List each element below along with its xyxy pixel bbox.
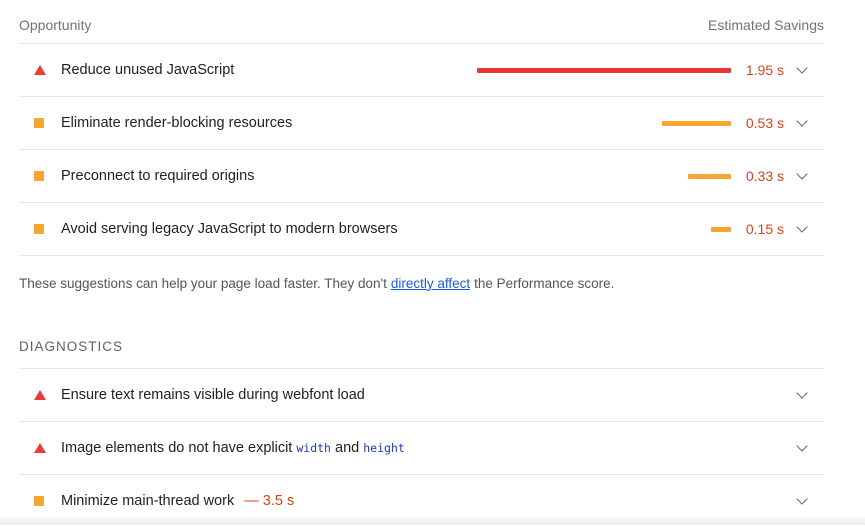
orange-square-icon	[19, 224, 61, 234]
diagnostics-heading: DIAGNOSTICS	[19, 310, 824, 369]
diagnostic-title: Ensure text remains visible during webfo…	[61, 387, 365, 403]
red-triangle-icon	[19, 390, 61, 400]
diagnostic-title-text: and	[335, 440, 360, 456]
opportunity-row-render-blocking[interactable]: Eliminate render-blocking resources 0.53…	[19, 97, 824, 150]
savings-bar	[688, 173, 731, 179]
savings-bar	[662, 120, 731, 126]
diagnostic-title-text: Image elements do not have explicit	[61, 440, 293, 456]
opportunity-row-unused-js[interactable]: Reduce unused JavaScript 1.95 s	[19, 44, 824, 97]
savings-bar-track	[477, 226, 731, 232]
diagnostic-row-image-dimensions[interactable]: Image elements do not have explicit widt…	[19, 422, 824, 475]
diagnostic-row-webfont[interactable]: Ensure text remains visible during webfo…	[19, 369, 824, 422]
savings-value: 0.33 s	[745, 168, 784, 184]
audit-panel: Opportunity Estimated Savings Reduce unu…	[19, 0, 824, 527]
diagnostic-title: Minimize main-thread work — 3.5 s	[61, 493, 824, 509]
opportunity-row-legacy-js[interactable]: Avoid serving legacy JavaScript to moder…	[19, 203, 824, 256]
savings-bar	[711, 226, 731, 232]
orange-square-icon	[19, 496, 61, 506]
savings-value: 0.53 s	[745, 115, 784, 131]
orange-square-icon	[19, 171, 61, 181]
red-triangle-icon	[19, 443, 61, 453]
savings-value: 1.95 s	[745, 62, 784, 78]
code-width: width	[296, 441, 331, 455]
diagnostic-title-text: Minimize main-thread work	[61, 493, 235, 509]
savings-value: 0.15 s	[745, 221, 784, 237]
savings-bar-track	[477, 173, 731, 179]
directly-affect-link[interactable]: directly affect	[391, 276, 470, 291]
note-text-before: These suggestions can help your page loa…	[19, 275, 387, 291]
opportunity-note: These suggestions can help your page loa…	[19, 256, 824, 310]
savings-bar-track	[477, 120, 731, 126]
opportunity-row-preconnect[interactable]: Preconnect to required origins 0.33 s	[19, 150, 824, 203]
opportunity-column-label: Opportunity	[19, 16, 92, 33]
diagnostic-title: Image elements do not have explicit widt…	[61, 440, 824, 456]
savings-bar	[477, 67, 731, 73]
savings-bar-track	[477, 67, 731, 73]
note-text-after: the Performance score.	[474, 275, 615, 291]
diagnostic-value: — 3.5 s	[244, 493, 295, 509]
bottom-fade	[0, 515, 865, 525]
code-height: height	[363, 441, 405, 455]
orange-square-icon	[19, 118, 61, 128]
estimated-savings-column-label: Estimated Savings	[708, 16, 824, 33]
red-triangle-icon	[19, 65, 61, 75]
opportunity-header: Opportunity Estimated Savings	[19, 0, 824, 44]
